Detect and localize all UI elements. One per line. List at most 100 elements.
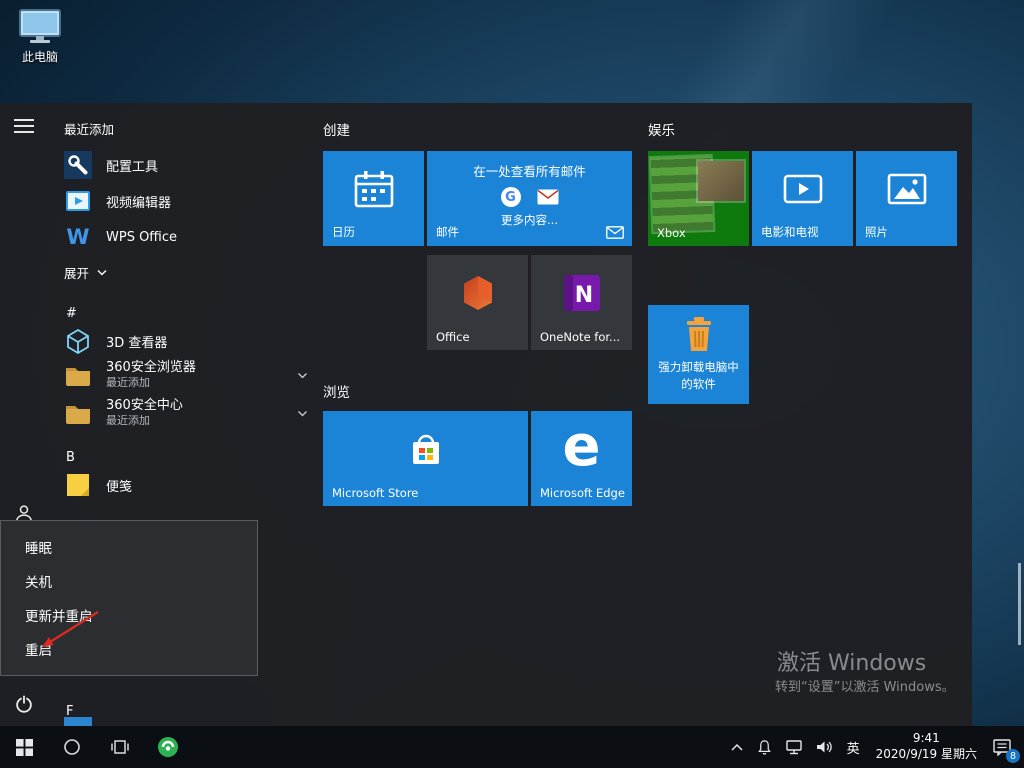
3d-viewer-icon <box>64 327 92 355</box>
speaker-icon <box>816 741 832 753</box>
tiles-scrollbar[interactable] <box>1018 563 1021 645</box>
tray-network-button[interactable] <box>779 726 809 768</box>
video-editor-icon <box>64 187 92 215</box>
app-label: 便笺 <box>106 479 133 495</box>
movies-tv-icon <box>783 174 822 204</box>
power-button[interactable] <box>12 692 36 716</box>
tile-uninstaller[interactable]: 强力卸载电脑中 的软件 <box>648 305 749 404</box>
desktop-icon-this-pc[interactable]: 此电脑 <box>12 8 68 65</box>
task-view-button[interactable] <box>96 726 144 768</box>
app-label: 360安全中心 <box>106 398 183 413</box>
app-item-wps-office[interactable]: W WPS Office <box>64 219 312 255</box>
this-pc-icon <box>19 9 61 43</box>
app-icon <box>64 717 92 726</box>
tile-onenote[interactable]: N OneNote for... <box>531 255 632 350</box>
tile-microsoft-edge[interactable]: e Microsoft Edge <box>531 411 632 506</box>
tile-label: Xbox <box>657 226 686 240</box>
tile-label: Microsoft Edge <box>540 486 625 500</box>
app-item-sticky-notes[interactable]: 便笺 <box>64 467 312 503</box>
expand-label: 展开 <box>64 265 90 281</box>
app-label: 360安全浏览器 <box>106 360 196 375</box>
app-label: 3D 查看器 <box>106 335 168 351</box>
photos-icon <box>887 173 926 205</box>
taskbar: 英 9:41 2020/9/19 星期六 8 <box>0 726 1024 768</box>
onenote-icon: N <box>563 275 600 311</box>
chevron-up-icon <box>731 743 743 751</box>
menu-item-shutdown[interactable]: 关机 <box>1 566 257 600</box>
mail-live-headline: 在一处查看所有邮件 <box>473 164 586 179</box>
app-item-partial[interactable] <box>64 713 312 726</box>
desktop: 此电脑 最近添加 配置工具 视频编辑器 W WPS Office 展开 # 3D… <box>0 0 1024 768</box>
tile-movies-tv[interactable]: 电影和电视 <box>752 151 853 246</box>
tile-label: 照片 <box>865 225 888 239</box>
google-icon: G <box>500 187 521 207</box>
start-button[interactable] <box>0 726 48 768</box>
tile-text-line1: 强力卸载电脑中 <box>658 360 739 374</box>
app-label: WPS Office <box>106 229 178 245</box>
this-pc-label: 此电脑 <box>21 50 58 64</box>
system-tray: 英 9:41 2020/9/19 星期六 8 <box>724 726 1024 768</box>
tile-label: OneNote for... <box>540 330 621 344</box>
group-header-entertainment[interactable]: 娱乐 <box>648 119 675 139</box>
cortana-icon <box>64 739 80 755</box>
menu-item-restart[interactable]: 重启 <box>1 634 257 668</box>
tile-xbox[interactable]: Xbox <box>648 151 749 246</box>
group-header-create[interactable]: 创建 <box>323 119 350 139</box>
power-flyout: 睡眠 关机 更新并重启 重启 <box>0 520 258 676</box>
app-label: 视频编辑器 <box>106 195 172 211</box>
mail-envelope-icon <box>606 226 624 239</box>
chevron-down-icon <box>97 269 107 275</box>
activate-windows-subtext: 转到“设置”以激活 Windows。 <box>775 680 955 695</box>
action-center-button[interactable]: 8 <box>986 726 1024 768</box>
folder-icon <box>64 361 92 389</box>
chevron-down-icon[interactable] <box>297 410 308 417</box>
folder-icon <box>64 399 92 427</box>
calendar-icon <box>354 171 393 208</box>
expand-button[interactable]: 展开 <box>64 260 107 284</box>
tray-alarm-button[interactable] <box>750 726 779 768</box>
app-item-video-editor[interactable]: 视频编辑器 <box>64 183 312 219</box>
menu-item-update-restart[interactable]: 更新并重启 <box>1 600 257 634</box>
tile-office[interactable]: Office <box>427 255 528 350</box>
browser-360-icon <box>158 737 178 757</box>
notification-badge: 8 <box>1006 749 1020 763</box>
tile-calendar[interactable]: 日历 <box>323 151 424 246</box>
svg-text:W: W <box>66 225 89 249</box>
tile-label: Microsoft Store <box>332 486 419 500</box>
tray-volume-button[interactable] <box>809 726 840 768</box>
group-item-360-center[interactable]: 360安全中心 最近添加 <box>64 391 312 435</box>
tile-text-line2: 的软件 <box>681 377 716 392</box>
recent-added-header: 最近添加 <box>64 122 115 137</box>
xbox-live-photo <box>698 161 744 201</box>
trash-bin-icon <box>686 317 711 351</box>
hamburger-menu-button[interactable] <box>14 119 34 133</box>
tile-label: 日历 <box>332 225 355 239</box>
tile-microsoft-store[interactable]: Microsoft Store <box>323 411 528 506</box>
hamburger-icon <box>14 119 34 121</box>
tile-label: 电影和电视 <box>761 225 819 239</box>
app-label: 配置工具 <box>106 159 159 175</box>
tray-language-indicator[interactable]: 英 <box>840 726 867 768</box>
edge-icon: e <box>562 414 601 480</box>
tray-expand-button[interactable] <box>724 726 750 768</box>
clock-date: 2020/9/19 星期六 <box>875 747 977 761</box>
chevron-down-icon[interactable] <box>297 372 308 379</box>
wps-icon: W <box>64 223 92 251</box>
group-header-browse[interactable]: 浏览 <box>323 381 350 401</box>
task-view-icon <box>111 740 129 754</box>
tile-photos[interactable]: 照片 <box>856 151 957 246</box>
tile-mail[interactable]: 在一处查看所有邮件 G 更多内容... 邮件 <box>427 151 632 246</box>
wrench-icon <box>64 151 92 179</box>
tray-clock[interactable]: 9:41 2020/9/19 星期六 <box>867 726 986 768</box>
tile-label: Office <box>436 330 470 344</box>
cortana-search-button[interactable] <box>48 726 96 768</box>
menu-item-sleep[interactable]: 睡眠 <box>1 532 257 566</box>
app-item-config-tools[interactable]: 配置工具 <box>64 147 312 183</box>
tile-label: 邮件 <box>436 225 459 239</box>
network-icon <box>785 739 802 754</box>
bell-icon <box>757 740 771 755</box>
windows-logo-icon <box>15 738 33 756</box>
sticky-note-icon <box>64 471 92 499</box>
power-icon <box>16 695 32 713</box>
browser-360-button[interactable] <box>144 726 192 768</box>
